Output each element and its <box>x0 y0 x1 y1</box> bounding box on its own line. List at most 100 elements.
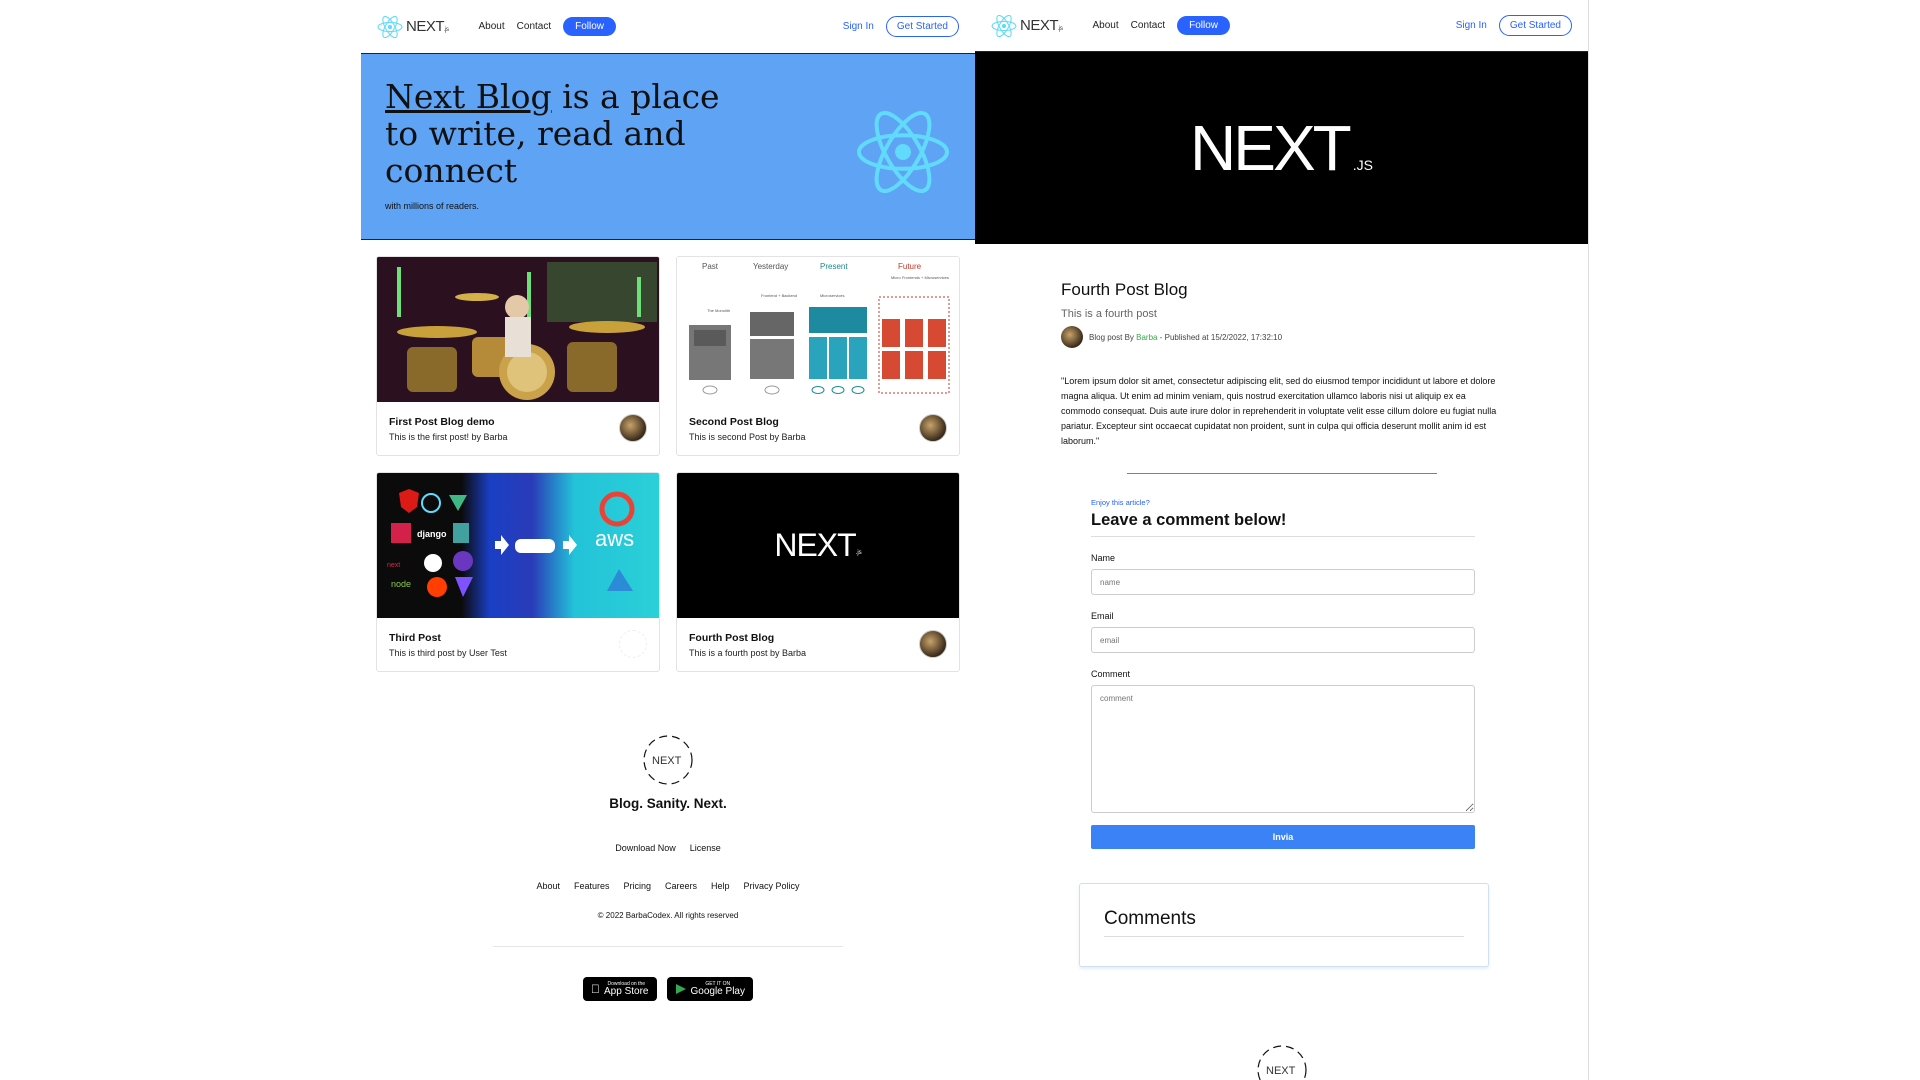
email-label: Email <box>1091 611 1114 621</box>
nextjs-wordmark-suffix: .js <box>855 549 862 556</box>
copyright: © 2022 BarbaCodex. All rights reserved <box>597 911 739 920</box>
logo-text: NEXT.js <box>1020 17 1063 34</box>
avatar <box>919 630 947 658</box>
nextjs-wordmark: NEXT <box>1190 112 1352 184</box>
follow-button[interactable]: Follow <box>563 17 617 36</box>
google-play-badge[interactable]: GET IT ON Google Play <box>666 977 753 1001</box>
play-store-icon <box>675 984 686 994</box>
post-card-title[interactable]: Second Post Blog <box>689 416 947 428</box>
nav-about-link[interactable]: About <box>479 21 505 32</box>
react-atom-icon <box>857 110 949 194</box>
footer-brand: Blog. Sanity. Next. <box>609 796 727 811</box>
footer-divider <box>493 946 843 947</box>
svg-text:NEXT: NEXT <box>1266 1065 1296 1077</box>
avatar <box>619 414 647 442</box>
hero-title-link[interactable]: Next Blog <box>385 77 552 116</box>
nextjs-logo-image: NEXT .js <box>677 473 959 618</box>
post-page-panel: NEXT.js About Contact Follow Sign In Get… <box>975 0 1589 1080</box>
label-micro-frontends: Micro Frontends + Microservices <box>891 275 949 280</box>
footer-link-pricing[interactable]: Pricing <box>624 881 652 891</box>
article: Fourth Post Blog This is a fourth post B… <box>975 244 1588 449</box>
comment-form: Enjoy this article? Leave a comment belo… <box>975 498 1485 849</box>
screenshot-stage: NEXT.js About Contact Follow Sign In Get… <box>0 0 1920 1080</box>
form-heading: Leave a comment below! <box>1091 511 1475 537</box>
site-logo[interactable]: NEXT.js <box>991 13 1063 39</box>
post-card[interactable]: Past Yesterday Present Future The Monoli… <box>676 256 960 456</box>
top-nav: NEXT.js About Contact Follow Sign In Get… <box>361 0 975 54</box>
nextjs-wordmark-suffix: .JS <box>1352 157 1373 173</box>
submit-button[interactable]: Invia <box>1091 825 1475 849</box>
label-past: Past <box>702 262 719 271</box>
label-frontend-backend: Frontend + Backend <box>761 293 797 298</box>
post-card[interactable]: django next node aws Third Post This is … <box>376 472 660 672</box>
post-card-subtitle: This is second Post by Barba <box>689 432 806 442</box>
logo-text: NEXT.js <box>406 18 449 35</box>
nav-about-link[interactable]: About <box>1093 20 1119 31</box>
django-logo-text: django <box>417 529 447 539</box>
post-card-title[interactable]: First Post Blog demo <box>389 416 647 428</box>
post-subtitle: This is a fourth post <box>1061 308 1157 320</box>
post-body: "Lorem ipsum dolor sit amet, consectetur… <box>1061 376 1497 446</box>
sign-in-link[interactable]: Sign In <box>1456 20 1487 31</box>
post-card-subtitle: This is third post by User Test <box>389 648 507 658</box>
nav-contact-link[interactable]: Contact <box>1131 20 1165 31</box>
post-card-subtitle: This is a fourth post by Barba <box>689 648 807 658</box>
post-title: Fourth Post Blog <box>1061 280 1188 299</box>
nav-contact-link[interactable]: Contact <box>517 21 551 32</box>
name-label: Name <box>1091 553 1116 563</box>
comment-field[interactable] <box>1091 685 1475 813</box>
drummer-photo <box>377 257 659 402</box>
author-link[interactable]: Barba <box>1136 333 1157 342</box>
architecture-illustration: Past Yesterday Present Future The Monoli… <box>689 262 950 395</box>
get-started-button[interactable]: Get Started <box>1498 15 1572 36</box>
hero-subtitle: with millions of readers. <box>385 201 480 211</box>
hero-title: Next Blog is a place to write, read and … <box>385 77 720 190</box>
license-link[interactable]: License <box>690 843 721 853</box>
post-hero-image: NEXT .JS <box>975 52 1588 244</box>
app-store-badge[interactable]:  Download on theApp Store <box>583 977 657 1001</box>
post-card-title[interactable]: Fourth Post Blog <box>689 632 947 644</box>
comment-label: Comment <box>1091 669 1131 679</box>
label-yesterday: Yesterday <box>753 262 788 271</box>
post-card-title[interactable]: Third Post <box>389 632 647 644</box>
form-eyebrow: Enjoy this article? <box>1091 498 1150 507</box>
footer-link-privacy[interactable]: Privacy Policy <box>744 881 800 891</box>
svg-text:NEXT: NEXT <box>652 755 682 767</box>
post-card[interactable]: First Post Blog demo This is the first p… <box>376 256 660 456</box>
email-field[interactable] <box>1091 627 1475 653</box>
footer-nav: About Features Pricing Careers Help Priv… <box>361 881 975 891</box>
footer-logo: NEXT <box>1252 1040 1312 1080</box>
follow-button[interactable]: Follow <box>1177 16 1231 35</box>
post-card-subtitle: This is the first post! by Barba <box>389 432 508 442</box>
avatar <box>619 630 647 658</box>
homepage-panel: NEXT.js About Contact Follow Sign In Get… <box>361 0 975 1080</box>
top-nav: NEXT.js About Contact Follow Sign In Get… <box>975 0 1588 52</box>
comments-heading: Comments <box>1104 908 1464 937</box>
drum-kit-illustration <box>377 257 659 402</box>
sign-in-link[interactable]: Sign In <box>843 21 874 32</box>
footer-link-careers[interactable]: Careers <box>665 881 697 891</box>
post-meta: Blog post By Barba - Published at 15/2/2… <box>1061 326 1502 348</box>
avatar <box>1061 326 1083 348</box>
footer-link-features[interactable]: Features <box>574 881 610 891</box>
tech-logos-illustration: django next node aws <box>387 489 635 597</box>
hero-banner: Next Blog is a place to write, read and … <box>361 54 975 240</box>
nest-logo-text: next <box>387 562 400 569</box>
label-microservices: Microservices <box>820 293 844 298</box>
site-footer: NEXT Blog. Sanity. Next. Download Now Li… <box>361 672 975 1001</box>
site-logo[interactable]: NEXT.js <box>377 14 449 40</box>
download-now-link[interactable]: Download Now <box>615 843 676 853</box>
avatar <box>919 414 947 442</box>
architecture-diagram: Past Yesterday Present Future The Monoli… <box>677 257 959 402</box>
footer-link-help[interactable]: Help <box>711 881 730 891</box>
get-started-button[interactable]: Get Started <box>885 16 959 37</box>
aws-logo-text: aws <box>595 526 634 551</box>
article-divider <box>1127 473 1437 474</box>
post-grid: First Post Blog demo This is the first p… <box>361 240 975 672</box>
post-card[interactable]: NEXT .js Fourth Post Blog This is a fourt… <box>676 472 960 672</box>
tech-stack-image: django next node aws <box>377 473 659 618</box>
name-field[interactable] <box>1091 569 1475 595</box>
footer-link-about[interactable]: About <box>536 881 560 891</box>
react-atom-icon <box>377 15 403 38</box>
nextjs-wordmark: NEXT <box>774 527 856 563</box>
